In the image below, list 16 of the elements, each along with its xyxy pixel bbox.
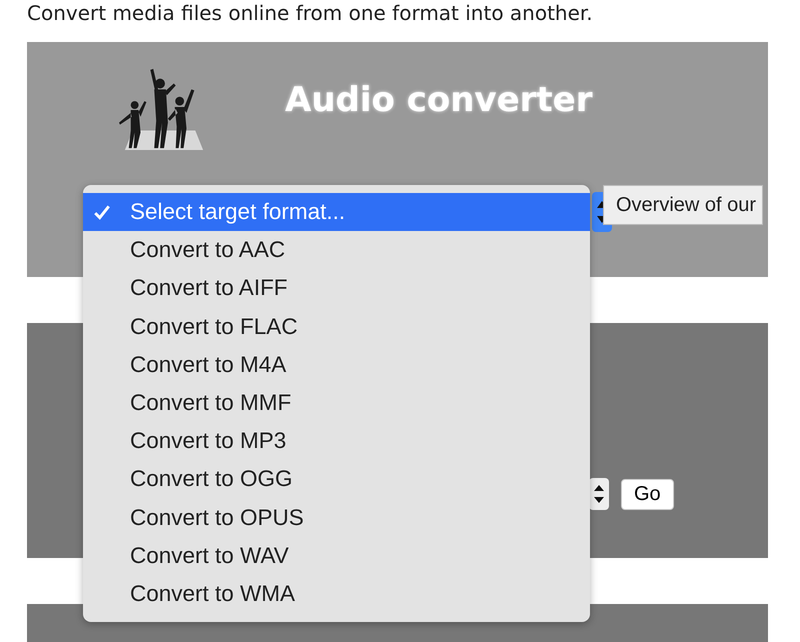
format-option[interactable]: Convert to FLAC: [83, 308, 590, 346]
format-option[interactable]: Convert to MMF: [83, 384, 590, 422]
format-option[interactable]: Convert to AIFF: [83, 269, 590, 308]
format-option[interactable]: Convert to OGG: [83, 460, 590, 498]
panel-title: Audio converter: [285, 80, 592, 120]
format-option[interactable]: Convert to WMA: [83, 574, 590, 614]
format-option[interactable]: Convert to M4A: [83, 346, 590, 384]
format-option[interactable]: Convert to WAV: [83, 536, 590, 575]
format-option[interactable]: Convert to OPUS: [83, 498, 590, 537]
format-option[interactable]: Convert to MP3: [83, 422, 590, 460]
checkmark-icon: [93, 203, 111, 222]
go-button[interactable]: Go: [621, 478, 674, 510]
format-option[interactable]: Select target format...: [83, 193, 590, 232]
format-option[interactable]: Convert to AAC: [83, 231, 590, 270]
tooltip: Overview of our: [603, 185, 764, 225]
intro-text: Convert media files online from one format into another.: [26, 0, 594, 26]
